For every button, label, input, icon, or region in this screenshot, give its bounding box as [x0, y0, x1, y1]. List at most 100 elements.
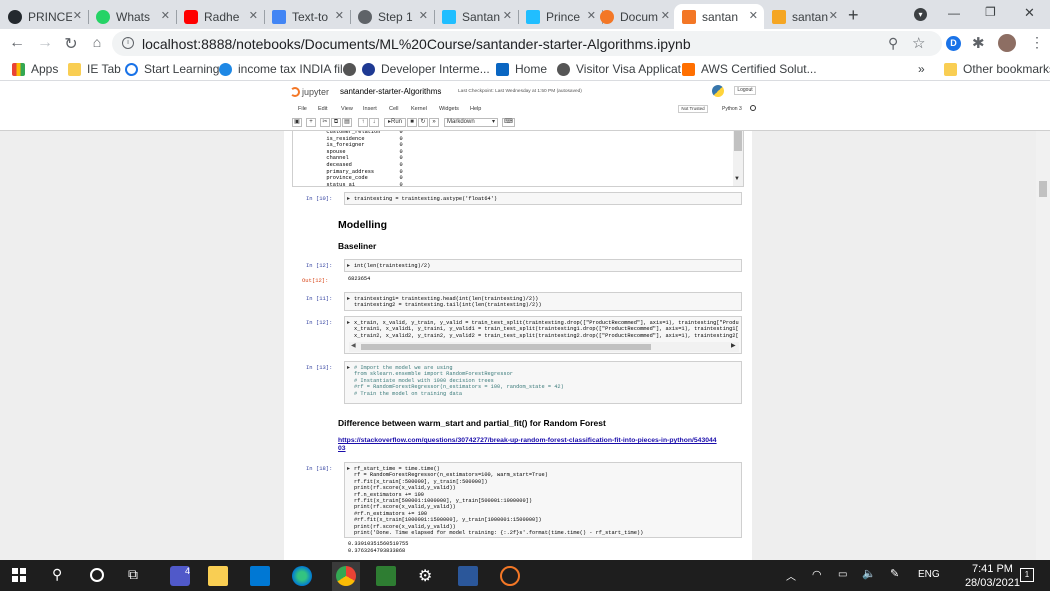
menu-file[interactable]: File — [298, 106, 307, 112]
paste-icon[interactable]: ▤ — [342, 118, 352, 127]
cell-type-select[interactable]: Markdown ▾ — [444, 118, 498, 127]
bookmark-aws[interactable]: AWS Certified Solut... — [682, 62, 817, 76]
output-scrollbar[interactable]: ▼ — [733, 131, 743, 186]
menu-cell[interactable]: Cell — [389, 106, 398, 112]
menu-view[interactable]: View — [341, 106, 353, 112]
scroll-left-icon[interactable]: ◀ — [351, 342, 356, 349]
scrollbar-thumb[interactable] — [1039, 181, 1047, 197]
close-icon[interactable]: ✕ — [249, 9, 258, 22]
run-cell-icon[interactable]: ▸ — [347, 465, 352, 472]
wifi-icon[interactable]: ◠ — [812, 568, 822, 581]
bookmark-visitor-visa[interactable]: Visitor Visa Applicat... — [557, 62, 691, 76]
close-icon[interactable]: ✕ — [749, 9, 758, 22]
window-close-icon[interactable]: ✕ — [1024, 5, 1035, 21]
code-cell[interactable]: ▸ x_train, x_valid, y_train, y_valid = t… — [344, 316, 742, 354]
close-icon[interactable]: ✕ — [829, 9, 838, 22]
logout-button[interactable]: Logout — [734, 86, 756, 95]
run-cell-icon[interactable]: ▸ — [347, 364, 352, 371]
stop-icon[interactable]: ■ — [407, 118, 417, 127]
bookmark-other[interactable]: Other bookmarks — [944, 62, 1050, 76]
browser-tab-active[interactable]: santan ✕ — [674, 4, 764, 29]
browser-tab[interactable]: santan ✕ — [764, 4, 844, 29]
notification-icon[interactable]: 1 — [1020, 568, 1034, 582]
code-cell[interactable]: ▸ # Import the model we are using from s… — [344, 361, 742, 404]
bookmark-income-tax[interactable]: income tax INDIA file — [219, 62, 349, 76]
scrollbar-thumb[interactable] — [734, 131, 742, 151]
language-indicator[interactable]: ENG — [918, 569, 940, 580]
bookmark-apps[interactable]: Apps — [12, 62, 58, 76]
close-icon[interactable]: ✕ — [161, 9, 170, 22]
code-cell[interactable]: ▸ int(len(traintesting)/2) — [344, 259, 742, 272]
close-icon[interactable]: ✕ — [73, 9, 82, 22]
address-bar[interactable]: i localhost:8888/notebooks/Documents/ML%… — [112, 31, 942, 56]
teams-icon[interactable]: 4 — [170, 566, 190, 586]
fast-forward-icon[interactable]: » — [429, 118, 439, 127]
restart-icon[interactable]: ↻ — [418, 118, 428, 127]
forward-arrow-icon[interactable]: → — [36, 34, 54, 52]
star-icon[interactable]: ☆ — [912, 34, 925, 52]
bookmark-developer[interactable]: Developer Interme... — [343, 62, 490, 76]
menu-widgets[interactable]: Widgets — [439, 106, 459, 112]
bookmark-ie-tab[interactable]: IE Tab — [68, 62, 121, 76]
minimize-icon[interactable]: — — [948, 6, 960, 20]
code-cell[interactable]: ▸ traintesting = traintesting.astype('fl… — [344, 192, 742, 205]
reload-icon[interactable]: ↻ — [62, 34, 80, 54]
browser-tab[interactable]: Santan ✕ — [434, 4, 518, 29]
settings-gear-icon[interactable]: ⚙ — [418, 566, 438, 586]
task-view-icon[interactable]: ⧉ — [128, 566, 148, 586]
menu-insert[interactable]: Insert — [363, 106, 377, 112]
move-down-icon[interactable]: ↓ — [369, 118, 379, 127]
save-icon[interactable]: ▣ — [292, 118, 302, 127]
run-cell-icon[interactable]: ▸ — [347, 262, 352, 269]
tab-search-icon[interactable]: ▾ — [914, 8, 927, 21]
notepad-icon[interactable] — [376, 566, 396, 586]
menu-edit[interactable]: Edit — [318, 106, 327, 112]
notebook-name[interactable]: santander-starter-Algorithms — [340, 87, 441, 96]
keyboard-icon[interactable]: ⌨ — [502, 118, 515, 127]
close-icon[interactable]: ✕ — [335, 9, 344, 22]
pen-icon[interactable]: ✎ — [890, 567, 899, 580]
volume-icon[interactable]: 🔈 — [862, 567, 876, 580]
avatar[interactable] — [998, 34, 1016, 52]
new-tab-button[interactable]: + — [848, 5, 859, 26]
chevron-up-icon[interactable]: ︿ — [786, 568, 796, 583]
home-icon[interactable]: ⌂ — [88, 34, 106, 50]
word-icon[interactable] — [458, 566, 478, 586]
horizontal-scrollbar[interactable]: ◀ ▶ — [349, 342, 739, 352]
browser-tab[interactable]: PRINCE ✕ — [0, 4, 88, 29]
scroll-right-icon[interactable]: ▶ — [731, 342, 736, 349]
browser-tab[interactable]: Docum ✕ — [592, 4, 676, 29]
add-cell-icon[interactable]: + — [306, 118, 316, 127]
outlook-icon[interactable] — [250, 566, 270, 586]
close-icon[interactable]: ✕ — [419, 9, 428, 22]
zoom-icon[interactable]: ⚲ — [888, 35, 898, 52]
restore-icon[interactable]: ❐ — [985, 5, 996, 19]
close-icon[interactable]: ✕ — [503, 9, 512, 22]
jupyter-taskbar-icon[interactable] — [500, 566, 520, 586]
cortana-icon[interactable] — [90, 568, 104, 582]
menu-help[interactable]: Help — [470, 106, 481, 112]
run-button[interactable]: ▸Run — [384, 118, 406, 127]
chrome-icon[interactable] — [336, 566, 356, 586]
menu-dots-icon[interactable]: ⋮ — [1030, 34, 1044, 51]
extension-icon[interactable]: D — [946, 36, 961, 51]
jupyter-logo-text[interactable]: jupyter — [302, 87, 329, 97]
info-icon[interactable]: i — [122, 37, 134, 49]
browser-tab[interactable]: Step 1 ✕ — [350, 4, 434, 29]
cut-icon[interactable]: ✂ — [320, 118, 330, 127]
browser-tab[interactable]: Whats ✕ — [88, 4, 176, 29]
move-up-icon[interactable]: ↑ — [358, 118, 368, 127]
run-cell-icon[interactable]: ▸ — [347, 195, 352, 202]
puzzle-icon[interactable]: ✱ — [972, 34, 985, 52]
bookmark-start-learning[interactable]: Start Learning — [125, 62, 219, 76]
stackoverflow-link[interactable]: https://stackoverflow.com/questions/3074… — [338, 437, 718, 453]
page-scrollbar[interactable] — [1036, 131, 1050, 560]
battery-icon[interactable]: ▭ — [838, 569, 847, 580]
windows-start-icon[interactable] — [12, 568, 26, 582]
scrollbar-thumb[interactable] — [361, 344, 651, 350]
clock[interactable]: 7:41 PM 28/03/2021 — [965, 562, 1020, 590]
trust-indicator[interactable]: Not Trusted — [678, 105, 708, 113]
scrolled-output[interactable]: customer_relation 0 is_residence 0 is_fo… — [292, 131, 744, 187]
run-cell-icon[interactable]: ▸ — [347, 295, 352, 302]
menu-kernel[interactable]: Kernel — [411, 106, 427, 112]
